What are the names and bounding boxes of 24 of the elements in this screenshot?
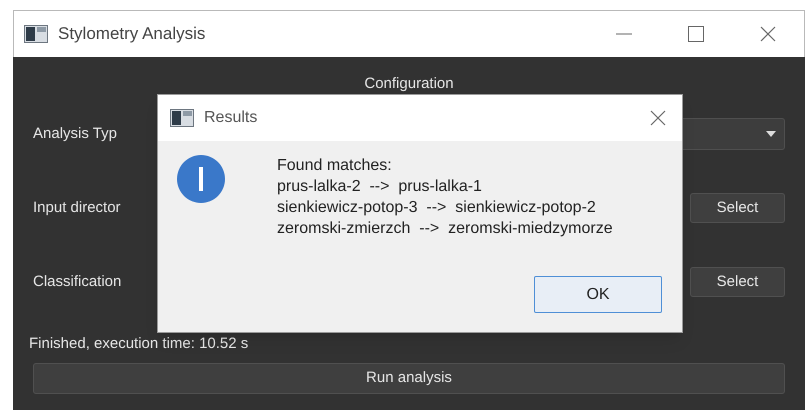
dropdown-arrow-icon	[766, 131, 776, 137]
field-label: Classification	[33, 272, 122, 292]
close-icon	[760, 26, 776, 42]
field-label: Analysis Typ	[33, 124, 118, 144]
ok-button[interactable]: OK	[534, 276, 662, 313]
status-text: Finished, execution time: 10.52 s	[29, 334, 250, 354]
message-line: sienkiewicz-potop-3 --> sienkiewicz-potop-2	[277, 198, 597, 218]
field-label: Input director	[33, 198, 122, 218]
window-title: Stylometry Analysis	[58, 23, 206, 46]
info-icon	[177, 155, 225, 203]
select-button[interactable]: Select	[690, 193, 785, 223]
minimize-icon	[616, 33, 632, 35]
app-icon	[24, 25, 48, 43]
message-line: zeromski-zmierzch --> zeromski-miedzymorze	[277, 219, 613, 239]
maximize-icon	[688, 26, 704, 42]
run-analysis-button[interactable]: Run analysis	[33, 363, 785, 394]
select-button[interactable]: Select	[690, 267, 785, 297]
message-line: prus-lalka-2 --> prus-lalka-1	[277, 177, 483, 197]
close-icon	[650, 110, 666, 126]
section-title: Configuration	[364, 74, 454, 94]
dialog-title: Results	[204, 108, 258, 128]
message-line: Found matches:	[277, 156, 393, 176]
close-button[interactable]	[648, 108, 668, 128]
app-icon	[170, 109, 194, 127]
